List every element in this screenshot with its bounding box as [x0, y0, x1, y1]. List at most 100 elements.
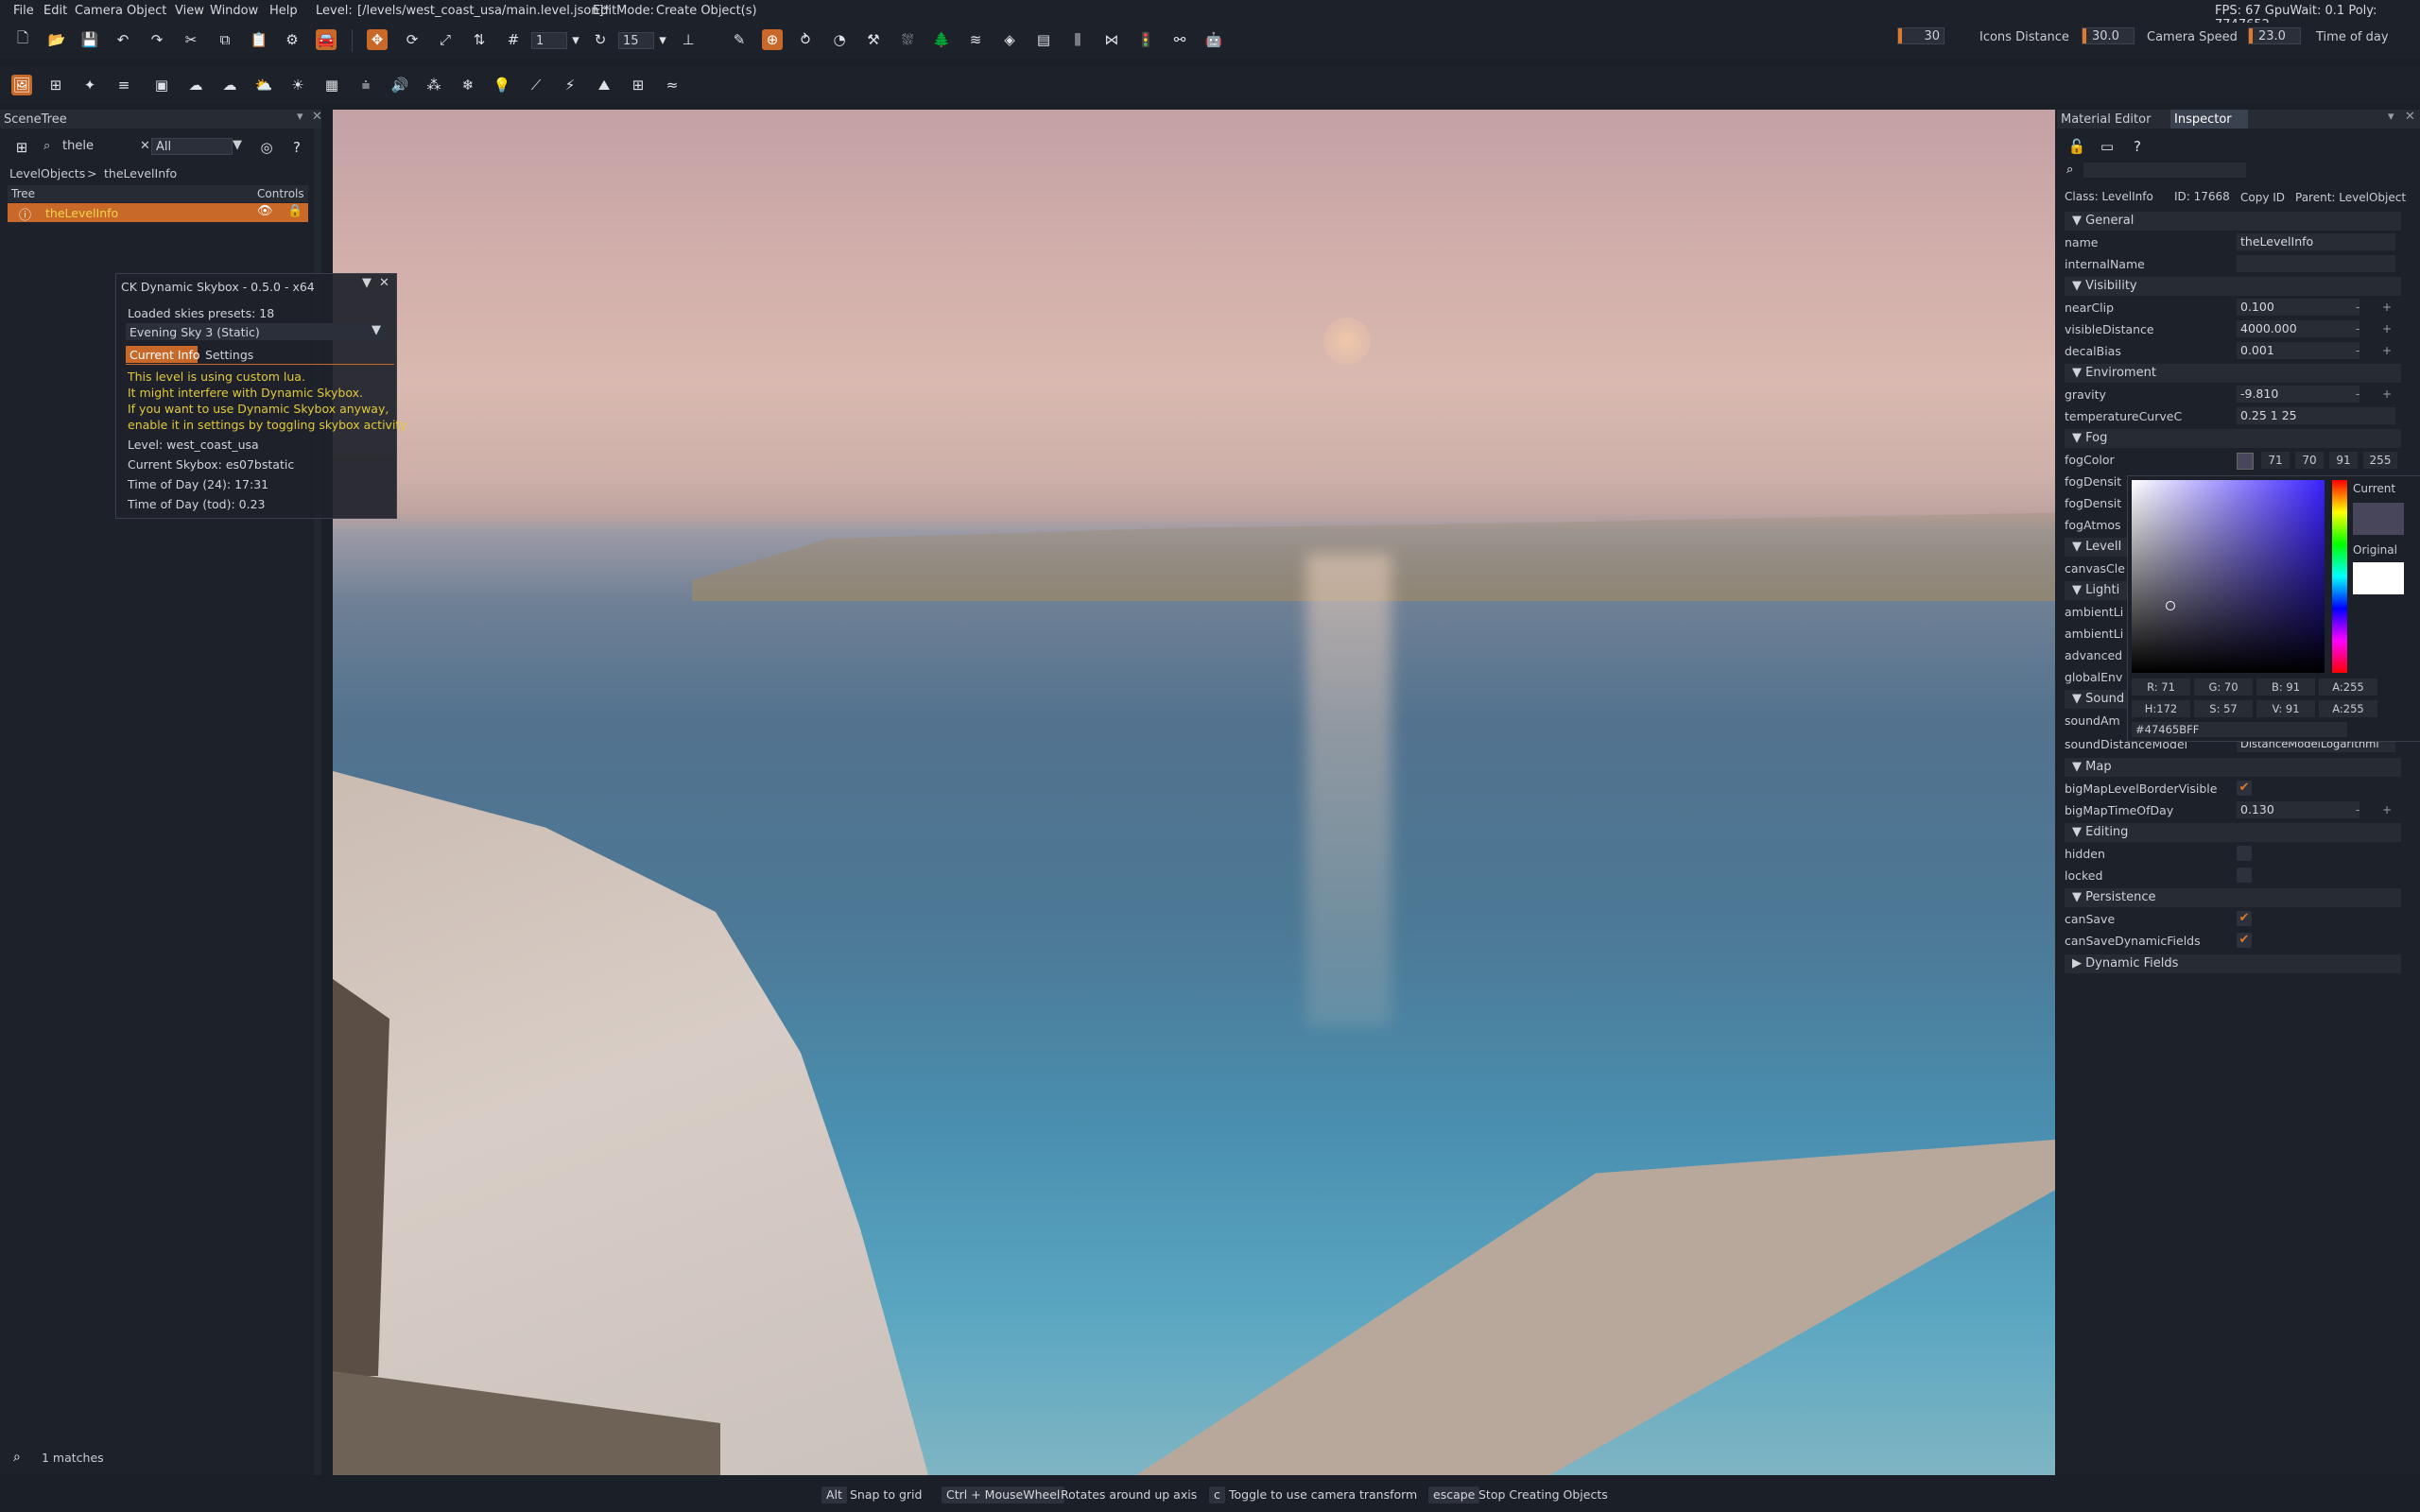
original-color-swatch[interactable]	[2353, 562, 2404, 594]
mesh-icon[interactable]: ◈	[999, 29, 1020, 50]
drop-to-ground-icon[interactable]: ⊥	[678, 29, 699, 50]
lock-icon[interactable]: 🔒	[287, 204, 302, 218]
fog-a-input[interactable]: 255	[2363, 452, 2397, 469]
spawn-point-icon[interactable]: ✦	[79, 75, 100, 95]
filter-select[interactable]: All	[151, 138, 233, 155]
section-levelinfo[interactable]: ▼ LevelI	[2065, 538, 2127, 557]
copy-icon[interactable]: ⧉	[215, 29, 235, 50]
precipitation-icon[interactable]: ❄	[458, 75, 478, 95]
decal-icon[interactable]: ◔	[829, 29, 850, 50]
chevron-down-icon[interactable]: ▾	[565, 29, 586, 50]
value-input[interactable]: V: 91	[2256, 700, 2315, 717]
add-list-icon[interactable]: ≡	[113, 75, 134, 95]
section-general[interactable]: ▼ General	[2065, 212, 2401, 231]
section-visibility[interactable]: ▼ Visibility	[2065, 277, 2401, 296]
help-icon[interactable]: ?	[286, 137, 307, 158]
ground-plane-icon[interactable]: ⛰	[594, 75, 614, 95]
share-node-icon[interactable]: ⚯	[1169, 29, 1190, 50]
section-persistence[interactable]: ▼ Persistence	[2065, 888, 2401, 907]
fog-g-input[interactable]: 70	[2295, 452, 2324, 469]
breadcrumb-root[interactable]: LevelObjects	[9, 166, 85, 180]
inspector-search-input[interactable]	[2083, 163, 2246, 178]
paste-icon[interactable]: 📋	[249, 29, 269, 50]
saturation-value-field[interactable]	[2132, 480, 2325, 673]
level-info-icon[interactable]: 🖼	[11, 75, 32, 95]
fog-color-swatch[interactable]	[2237, 453, 2254, 470]
cloud-icon[interactable]: ☁	[185, 75, 206, 95]
rotation-snap-icon[interactable]: ↻	[590, 29, 611, 50]
bigmaptime-plus-button[interactable]: +	[2382, 803, 2392, 816]
red-input[interactable]: R: 71	[2132, 679, 2190, 696]
clear-search-icon[interactable]: ✕	[140, 139, 150, 153]
camera-speed-input[interactable]: 30.0	[2082, 27, 2135, 44]
layers-icon[interactable]: ≋	[965, 29, 986, 50]
alpha-input[interactable]: A:255	[2319, 679, 2377, 696]
visibledistance-minus-button[interactable]: -	[2356, 322, 2360, 335]
sound-emitter-icon[interactable]: 🔊	[389, 75, 410, 95]
particle-emitter-icon[interactable]: ⁂	[424, 75, 444, 95]
bigmapborder-checkbox[interactable]: ✔	[2237, 781, 2252, 796]
visibledistance-plus-button[interactable]: +	[2382, 322, 2392, 335]
visibility-eye-icon[interactable]: 👁	[257, 204, 273, 218]
robot-icon[interactable]: 🤖	[1203, 29, 1224, 50]
nearclip-minus-button[interactable]: -	[2356, 301, 2360, 314]
nearclip-input[interactable]: 0.100	[2237, 299, 2360, 316]
lock-icon[interactable]: 🔓	[2066, 136, 2087, 157]
tree-item-label[interactable]: theLevelInfo	[45, 206, 118, 220]
add-scene-object-icon[interactable]: ⊞	[45, 75, 66, 95]
gravity-plus-button[interactable]: +	[2382, 387, 2392, 401]
3d-viewport[interactable]	[333, 110, 2055, 1475]
new-file-icon[interactable]: 🗋	[12, 29, 33, 50]
decalbias-plus-button[interactable]: +	[2382, 344, 2392, 357]
grid-plane-icon[interactable]: ⊞	[628, 75, 648, 95]
breadcrumb-leaf[interactable]: theLevelInfo	[104, 166, 177, 180]
help-icon[interactable]: ?	[2127, 136, 2148, 157]
save-icon[interactable]: 💾	[79, 29, 100, 50]
road-icon[interactable]: ▤	[1033, 29, 1054, 50]
sun-icon[interactable]: ☀	[287, 75, 308, 95]
water-plane-icon[interactable]: ⩧	[355, 75, 376, 95]
cloud-layer-icon[interactable]: ☁	[219, 75, 240, 95]
menu-view[interactable]: View	[175, 4, 204, 18]
lightning-icon[interactable]: ⚡	[560, 75, 580, 95]
redo-icon[interactable]: ↷	[147, 29, 167, 50]
hue-input[interactable]: H:172	[2132, 700, 2190, 717]
scale-gizmo-icon[interactable]: ⤢	[435, 29, 456, 50]
grid-size-input[interactable]: 1	[531, 32, 567, 49]
section-map[interactable]: ▼ Map	[2065, 758, 2401, 777]
id-card-icon[interactable]: ▭	[2097, 136, 2118, 157]
close-icon[interactable]: ✕	[379, 276, 389, 290]
point-light-icon[interactable]: 💡	[492, 75, 512, 95]
sky-icon[interactable]: ▦	[321, 75, 342, 95]
alpha-hsv-input[interactable]: A:255	[2319, 700, 2377, 717]
menu-camera[interactable]: Camera	[75, 4, 123, 18]
image-icon[interactable]: ▣	[151, 75, 172, 95]
snap-icon[interactable]: ⇅	[469, 29, 490, 50]
tab-settings[interactable]: Settings	[205, 348, 253, 362]
collapse-icon[interactable]: ▼	[362, 276, 372, 290]
hex-input[interactable]: #47465BFF	[2132, 722, 2347, 737]
menu-edit[interactable]: Edit	[43, 4, 67, 18]
vehicle-icon[interactable]: 🚘	[316, 29, 337, 50]
chevron-down-icon[interactable]: ▾	[2388, 110, 2394, 124]
undo-icon[interactable]: ↶	[112, 29, 133, 50]
section-enviroment[interactable]: ▼ Enviroment	[2065, 364, 2401, 383]
visibledistance-input[interactable]: 4000.000	[2237, 320, 2360, 337]
menu-window[interactable]: Window	[210, 4, 258, 18]
locked-checkbox[interactable]	[2237, 868, 2252, 883]
menu-help[interactable]: Help	[269, 4, 298, 18]
rotate-gizmo-icon[interactable]: ⟳	[402, 29, 423, 50]
internalname-input[interactable]	[2237, 255, 2395, 272]
gravity-input[interactable]: -9.810	[2237, 386, 2360, 403]
road-decal-icon[interactable]: ⫼	[1067, 29, 1088, 50]
traffic-light-icon[interactable]: 🚦	[1135, 29, 1156, 50]
open-folder-icon[interactable]: 📂	[46, 29, 67, 50]
rotation-snap-input[interactable]: 15	[618, 32, 654, 49]
navmesh-icon[interactable]: ⋈	[1101, 29, 1122, 50]
add-group-icon[interactable]: ⊞	[11, 137, 32, 158]
pencil-icon[interactable]: ✎	[729, 29, 750, 50]
radar-icon[interactable]: ◎	[256, 137, 277, 158]
section-fog[interactable]: ▼ Fog	[2065, 429, 2401, 448]
section-sound[interactable]: ▼ Sound	[2065, 690, 2127, 709]
chevron-down-icon[interactable]: ▾	[297, 110, 303, 124]
